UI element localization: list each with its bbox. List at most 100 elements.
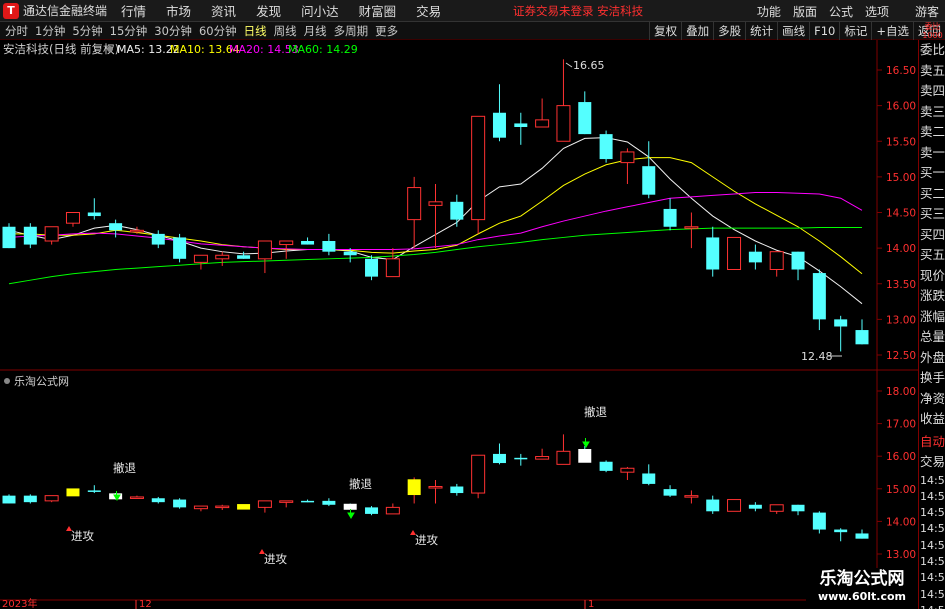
side-sub-item[interactable]: 交易 — [919, 452, 945, 473]
kline-chart[interactable]: 安洁科技(日线 前复权) MA5: 13.22 MA10: 13.64 MA20… — [0, 40, 918, 609]
menu-item-wealth[interactable]: 财富圈 — [359, 1, 397, 20]
menu-item-trade[interactable]: 交易 — [416, 1, 441, 20]
sub-body-down — [2, 495, 16, 504]
quote-item[interactable]: 买四 — [919, 225, 945, 246]
side-sub-item[interactable]: 自动 — [919, 432, 945, 453]
candle-body-up — [385, 258, 400, 278]
quote-item[interactable]: 换手 — [919, 368, 945, 389]
period-60min[interactable]: 60分钟 — [199, 23, 237, 39]
menu-function[interactable]: 功能 — [757, 3, 781, 20]
quote-item[interactable]: 买二 — [919, 184, 945, 205]
tick-time: 14:56 — [920, 587, 945, 601]
candle-body-down — [706, 237, 720, 270]
ma-toggle-icon[interactable] — [107, 46, 113, 52]
high-price-label: 16.65 — [573, 59, 605, 72]
quote-item[interactable]: 卖四 — [919, 81, 945, 102]
sub-body-up — [257, 500, 272, 508]
date-label-year: 2023年 — [2, 597, 37, 609]
stock-title: 安洁科技(日线 前复权) — [3, 42, 119, 56]
quote-item[interactable]: 卖五 — [919, 61, 945, 82]
watermark-title: 乐淘公式网 — [819, 569, 905, 589]
period-multi[interactable]: 多周期 — [334, 23, 369, 39]
candle-body-down — [663, 208, 677, 227]
menu-item-ask[interactable]: 问小达 — [301, 1, 339, 20]
candle-body-up — [407, 187, 422, 221]
low-price-label: 12.48 — [801, 350, 833, 363]
menu-options[interactable]: 选项 — [865, 3, 889, 20]
sub-body-up — [556, 450, 571, 465]
sub-body-up — [471, 454, 486, 494]
toolbar-right: 复权 叠加 多股 统计 画线 F10 标记 +自选 返回 — [649, 22, 945, 40]
period-daily[interactable]: 日线 — [244, 23, 267, 39]
menu-bar: T 通达信金融终端 行情 市场 资讯 发现 问小达 财富圈 交易 证券交易未登录… — [0, 0, 945, 22]
menu-item-market[interactable]: 市场 — [166, 1, 191, 20]
app-logo-icon[interactable]: T — [3, 2, 19, 19]
quote-item[interactable]: 买一 — [919, 163, 945, 184]
quote-item[interactable]: 委比 — [919, 40, 945, 61]
sub-axis-label: 14.00 — [886, 516, 916, 528]
sub-body-up — [193, 505, 208, 510]
quote-item[interactable]: 卖三 — [919, 102, 945, 123]
sub-body-down — [151, 498, 165, 503]
menu-layout[interactable]: 版面 — [793, 3, 817, 20]
quote-item[interactable]: 外盘 — [919, 348, 945, 369]
sub-body-down — [492, 453, 506, 464]
candle-body-up — [215, 254, 230, 260]
period-15min[interactable]: 15分钟 — [110, 23, 148, 39]
quote-item[interactable]: 总量 — [919, 327, 945, 348]
quote-item[interactable]: 涨跌 — [919, 286, 945, 307]
add-watchlist-button[interactable]: +自选 — [871, 22, 913, 40]
candle-body-down — [343, 251, 357, 256]
axis-label: 14.00 — [886, 243, 916, 255]
quote-item[interactable]: 涨幅 — [919, 307, 945, 328]
ma60-label: MA60: 14.29 — [288, 43, 358, 56]
candle-body-down — [87, 212, 101, 217]
date-label-dec: 12 — [139, 599, 152, 609]
period-weekly[interactable]: 周线 — [274, 23, 297, 39]
sub-body-down — [642, 473, 656, 484]
tick-time: 14:56 — [920, 489, 945, 503]
menu-guest[interactable]: 游客 — [915, 3, 939, 20]
sub-panel-toggle-icon[interactable] — [4, 378, 10, 384]
period-5min[interactable]: 5分钟 — [72, 23, 102, 39]
menu-formula[interactable]: 公式 — [829, 3, 853, 20]
menu-item-news[interactable]: 资讯 — [211, 1, 236, 20]
period-1min[interactable]: 1分钟 — [35, 23, 65, 39]
sub-body-down — [812, 512, 826, 530]
period-monthly[interactable]: 月线 — [304, 23, 327, 39]
period-more[interactable]: 更多 — [375, 23, 398, 39]
quote-item[interactable]: 净资 — [919, 389, 945, 410]
f10-button[interactable]: F10 — [809, 22, 839, 40]
retreat-label-1: 撤退 — [113, 461, 136, 475]
candle-body-up — [193, 254, 208, 263]
period-30min[interactable]: 30分钟 — [154, 23, 192, 39]
candle-body-down — [151, 233, 165, 245]
candle-body-down — [23, 226, 37, 245]
quote-item[interactable]: 卖二 — [919, 122, 945, 143]
candle-body-down — [237, 255, 251, 259]
quote-item[interactable]: 收益 — [919, 409, 945, 430]
multi-stock-button[interactable]: 多股 — [713, 22, 745, 40]
mark-button[interactable]: 标记 — [839, 22, 871, 40]
login-status[interactable]: 证券交易未登录 安洁科技 — [513, 3, 643, 19]
sub-body-retreat — [343, 503, 357, 510]
candle-body-up — [769, 251, 784, 270]
quote-item[interactable]: 买五 — [919, 245, 945, 266]
quote-item[interactable]: 买三 — [919, 204, 945, 225]
candle-body-up — [44, 226, 59, 242]
quote-item[interactable]: 现价 — [919, 266, 945, 287]
stats-button[interactable]: 统计 — [745, 22, 777, 40]
menu-item-discover[interactable]: 发现 — [256, 1, 281, 20]
period-intraday[interactable]: 分时 — [5, 23, 28, 39]
candle-body-up — [727, 236, 742, 270]
overlay-button[interactable]: 叠加 — [681, 22, 713, 40]
sub-panel-title: 乐淘公式网 — [14, 375, 69, 388]
tick-time: 14:56 — [920, 538, 945, 552]
adjust-button[interactable]: 复权 — [649, 22, 681, 40]
draw-line-button[interactable]: 画线 — [777, 22, 809, 40]
quote-item[interactable]: 卖一 — [919, 143, 945, 164]
sub-body-attack — [407, 479, 421, 496]
tick-time: 14:56 — [920, 522, 945, 536]
menu-item-quotes[interactable]: 行情 — [121, 1, 146, 20]
candle-body-down — [812, 273, 826, 320]
